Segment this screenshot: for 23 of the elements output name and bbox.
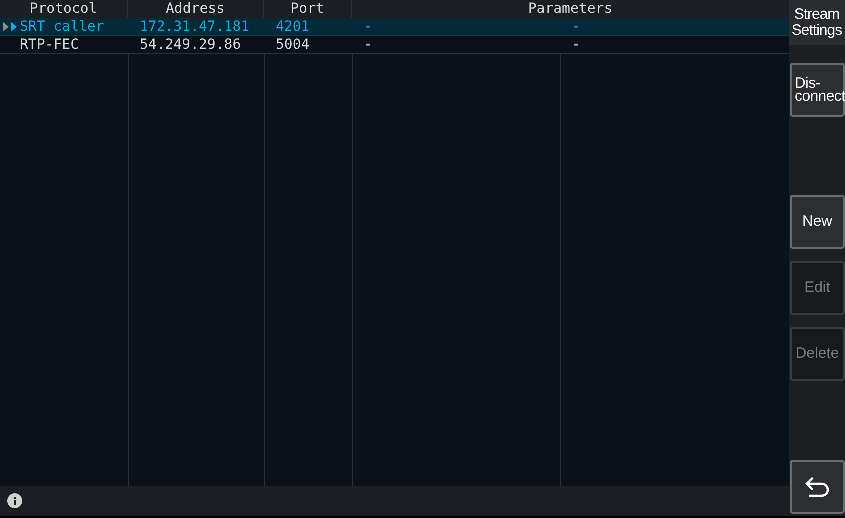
table-cell: - <box>364 18 372 36</box>
table-row[interactable]: SRT caller 172.31.47.181 4201 - - <box>0 18 789 36</box>
panel-title: Stream Settings <box>790 6 844 38</box>
column-header: Parameters <box>528 1 613 17</box>
table-cell: SRT caller <box>20 18 104 36</box>
table-cell: RTP-FEC <box>20 36 80 54</box>
table-cell: - <box>364 36 372 54</box>
back-button[interactable] <box>790 460 845 514</box>
table-cell: - <box>572 36 580 54</box>
play-arrows-icon <box>3 22 19 32</box>
info-icon[interactable] <box>7 493 23 509</box>
column-header: Address <box>166 1 225 17</box>
table-cell: 5004 <box>276 36 310 54</box>
column-header: Protocol <box>30 1 98 17</box>
table-cell: 54.249.29.86 <box>140 36 242 54</box>
action-button[interactable]: New <box>790 195 845 249</box>
action-button[interactable]: Dis-connect <box>790 63 845 117</box>
column-header: Port <box>290 1 324 17</box>
return-arrow-icon <box>804 475 832 499</box>
table-cell: 4201 <box>276 18 310 36</box>
table-row[interactable]: RTP-FEC 54.249.29.86 5004 - - <box>0 36 789 54</box>
table-cell: 172.31.47.181 <box>140 18 250 36</box>
table-cell: - <box>572 18 580 36</box>
